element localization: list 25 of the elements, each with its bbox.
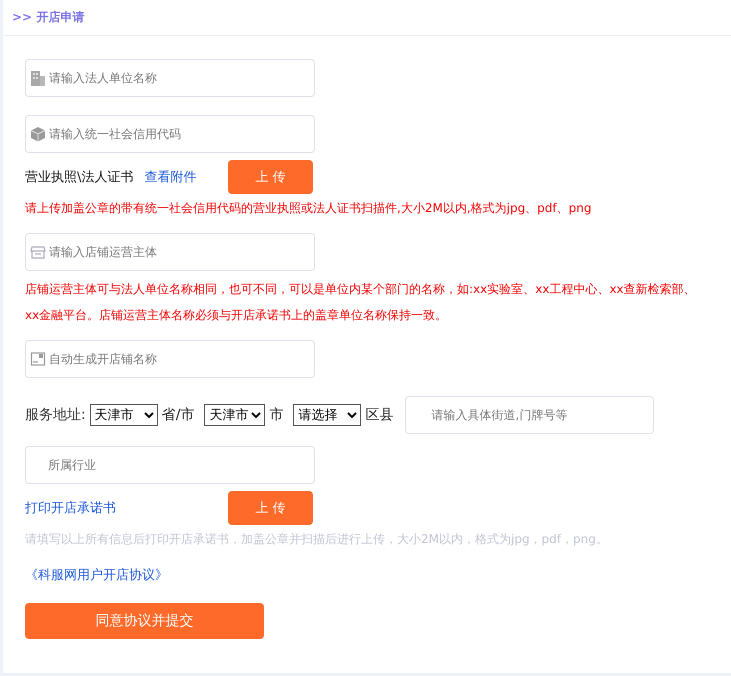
field-label: 营业执照\法人证书	[25, 169, 134, 186]
region-select[interactable]: 天津市	[90, 404, 158, 426]
region-select[interactable]: 天津市	[204, 404, 266, 426]
select-suffix: 市	[269, 406, 284, 424]
building-icon	[30, 70, 46, 86]
input-field[interactable]: 自动生成开店铺名称	[25, 340, 315, 378]
select-suffix: 区县	[365, 406, 394, 424]
input-field[interactable]: 请输入店铺运营主体	[25, 233, 315, 271]
cube-icon	[30, 126, 46, 142]
input-field[interactable]: 请输入具体街道,门牌号等	[405, 396, 654, 434]
input-field[interactable]: 请输入统一社会信用代码	[25, 115, 315, 153]
region-select[interactable]: 请选择	[293, 404, 362, 426]
card-icon	[30, 351, 46, 367]
select-suffix: 省/市	[162, 406, 194, 424]
page-title: >> 开店申请	[12, 9, 84, 26]
address-label: 服务地址:	[25, 406, 86, 424]
input-field[interactable]: 所属行业	[25, 446, 315, 484]
warning-text: 店铺运营主体可与法人单位名称相同，也可不同，可以是单位内某个部门的名称，如:xx实验室、xx工程中心、xx查新检索部、xx金融平台。店铺运营主体名称必须与开店承诺书上的盖章单位名称保持一致。	[25, 281, 697, 324]
store-icon	[30, 244, 46, 260]
attachment-link[interactable]: 查看附件	[144, 168, 196, 186]
agreement-link[interactable]: 《科服网用户开店协议》	[25, 568, 168, 583]
hint-text: 请填写以上所有信息后打印开店承诺书，加盖公章并扫描后进行上传，大小2M以内，格式为jpg，pdf，png。	[25, 531, 609, 548]
warning-text: 请上传加盖公章的带有统一社会信用代码的营业执照或法人证书扫描件,大小2M以内,格式为jpg、pdf、png	[25, 200, 592, 217]
input-field[interactable]: 请输入法人单位名称	[25, 59, 315, 97]
attachment-link[interactable]: 打印开店承诺书	[25, 499, 116, 517]
